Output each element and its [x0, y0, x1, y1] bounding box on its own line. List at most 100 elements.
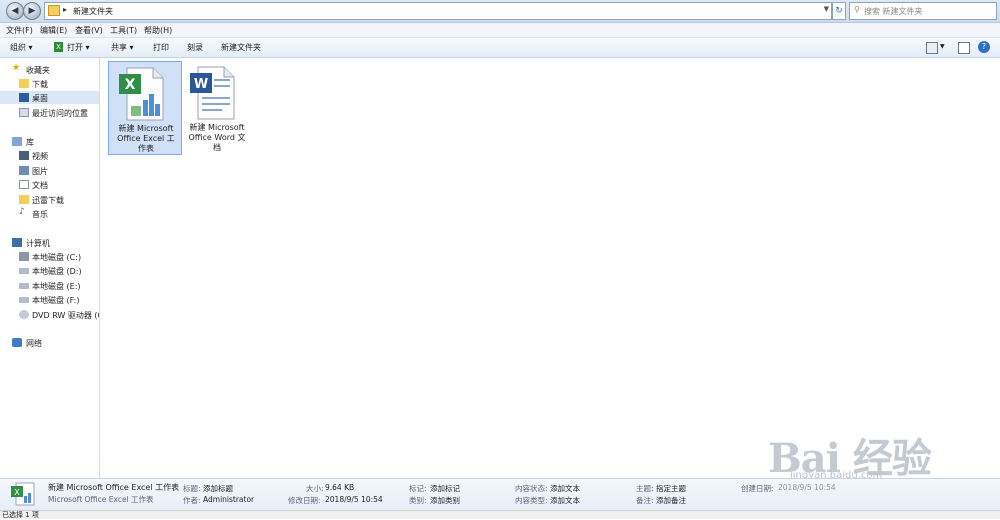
nav-dvd-label: DVD RW 驱动器 (G: [32, 311, 100, 320]
details-tags-value[interactable]: 添加标记: [430, 483, 460, 494]
details-pane: X 新建 Microsoft Office Excel 工作表 Microsof…: [0, 478, 1000, 511]
menu-help[interactable]: 帮助(H): [144, 25, 172, 36]
nav-thunder[interactable]: 迅雷下载: [0, 193, 99, 206]
details-content-type-value[interactable]: 添加文本: [550, 495, 580, 506]
back-arrow-icon: ◀: [11, 6, 19, 16]
address-dropdown-icon[interactable]: ▼: [824, 5, 829, 13]
dvd-icon: [19, 310, 29, 319]
menu-tools[interactable]: 工具(T): [110, 25, 137, 36]
file-item-word[interactable]: W 新建 Microsoft Office Word 文 档: [180, 61, 254, 155]
desktop-icon: [19, 93, 29, 102]
details-subject-value[interactable]: 指定主题: [656, 483, 686, 494]
details-size-value: 9.64 KB: [325, 483, 355, 492]
burn-button[interactable]: 刻录: [187, 42, 203, 53]
back-button[interactable]: ◀: [6, 2, 24, 20]
nav-documents[interactable]: 文档: [0, 178, 99, 191]
music-icon: ♪: [19, 207, 25, 217]
organize-button[interactable]: 组织 ▾: [10, 42, 33, 53]
preview-pane-icon[interactable]: [958, 42, 970, 54]
menu-file[interactable]: 文件(F): [6, 25, 33, 36]
file-name-excel: 新建 Microsoft Office Excel 工 作表: [117, 124, 175, 153]
nav-drive-f-label: 本地磁盘 (F:): [32, 296, 80, 305]
nav-music-label: 音乐: [32, 210, 48, 219]
folder-icon: [48, 5, 60, 16]
command-bar: 组织 ▾ X 打开 ▾ 共享 ▾ 打印 刻录 新建文件夹 ▼ ?: [0, 38, 1000, 58]
details-modified-key: 修改日期:: [288, 496, 321, 505]
pictures-icon: [19, 166, 29, 175]
nav-network-label: 网络: [26, 339, 42, 348]
details-content-type-key: 内容类型:: [515, 496, 548, 505]
menu-view[interactable]: 查看(V): [75, 25, 103, 36]
nav-drive-d-label: 本地磁盘 (D:): [32, 267, 82, 276]
nav-computer-label: 计算机: [26, 239, 50, 248]
search-icon: ⚲: [854, 5, 860, 14]
view-dropdown-icon[interactable]: ▼: [940, 43, 945, 50]
nav-desktop[interactable]: 桌面: [0, 91, 99, 104]
nav-downloads-label: 下载: [32, 80, 48, 89]
forward-button[interactable]: ▶: [23, 2, 41, 20]
navigation-pane: ★ 收藏夹 下载 桌面 最近访问的位置 库 视频 图片 文档 迅雷下载 ♪ 音乐…: [0, 58, 100, 478]
details-comments-value[interactable]: 添加备注: [656, 495, 686, 506]
svg-text:X: X: [125, 77, 136, 93]
forward-arrow-icon: ▶: [28, 6, 36, 16]
nav-videos[interactable]: 视频: [0, 149, 99, 162]
details-category-value[interactable]: 添加类别: [430, 495, 460, 506]
nav-pictures-label: 图片: [32, 167, 48, 176]
nav-desktop-label: 桌面: [32, 94, 48, 103]
nav-libraries[interactable]: 库: [0, 135, 99, 148]
excel-icon: X: [119, 67, 164, 121]
nav-drive-c[interactable]: 本地磁盘 (C:): [0, 250, 99, 263]
share-button[interactable]: 共享 ▾: [111, 42, 134, 53]
file-item-excel[interactable]: X 新建 Microsoft Office Excel 工 作表: [108, 61, 182, 155]
nav-computer[interactable]: 计算机: [0, 236, 99, 249]
details-category-key: 类别:: [409, 496, 427, 505]
details-author-value[interactable]: Administrator: [203, 495, 254, 504]
nav-drive-e[interactable]: 本地磁盘 (E:): [0, 279, 99, 292]
nav-favorites-label: 收藏夹: [26, 66, 50, 75]
status-text: 已选择 1 项: [2, 511, 39, 519]
recent-places-icon: [19, 108, 29, 117]
breadcrumb-current[interactable]: 新建文件夹: [73, 6, 113, 17]
downloads-folder-icon: [19, 79, 29, 88]
excel-file-icon: X: [11, 482, 35, 506]
details-created-key: 创建日期:: [741, 484, 774, 493]
nav-network[interactable]: 网络: [0, 336, 99, 349]
nav-videos-label: 视频: [32, 152, 48, 161]
address-bar-row: ◀ ▶ ▸ 新建文件夹 ▼ ↻ ⚲ 搜索 新建文件夹: [0, 0, 1000, 23]
nav-drive-d[interactable]: 本地磁盘 (D:): [0, 264, 99, 277]
details-author-key: 作者:: [183, 496, 201, 505]
new-folder-button[interactable]: 新建文件夹: [221, 42, 261, 53]
address-bar[interactable]: ▸ 新建文件夹 ▼: [44, 2, 832, 20]
nav-pictures[interactable]: 图片: [0, 164, 99, 177]
drive-icon: [19, 268, 29, 274]
drive-icon: [19, 283, 29, 289]
network-icon: [12, 338, 22, 347]
help-icon[interactable]: ?: [978, 41, 990, 53]
details-title-value[interactable]: 添加标题: [203, 483, 233, 494]
nav-drive-c-label: 本地磁盘 (C:): [32, 253, 82, 262]
menu-edit[interactable]: 编辑(E): [40, 25, 67, 36]
nav-recent-label: 最近访问的位置: [32, 109, 88, 118]
nav-downloads[interactable]: 下载: [0, 77, 99, 90]
star-icon: ★: [12, 63, 21, 73]
print-button[interactable]: 打印: [153, 42, 169, 53]
file-name-word: 新建 Microsoft Office Word 文 档: [188, 123, 246, 152]
breadcrumb-arrow-icon: ▸: [63, 5, 68, 14]
nav-drive-f[interactable]: 本地磁盘 (F:): [0, 293, 99, 306]
computer-icon: [12, 238, 22, 247]
details-subject-key: 主题:: [636, 484, 654, 493]
nav-dvd[interactable]: DVD RW 驱动器 (G: [0, 308, 99, 321]
details-content-status-value[interactable]: 添加文本: [550, 483, 580, 494]
details-comments-key: 备注:: [636, 496, 654, 505]
drive-icon: [19, 252, 29, 261]
nav-recent[interactable]: 最近访问的位置: [0, 106, 99, 119]
nav-music[interactable]: ♪ 音乐: [0, 207, 99, 220]
details-size-key: 大小:: [306, 484, 324, 493]
nav-favorites[interactable]: ★ 收藏夹: [0, 63, 99, 76]
open-button[interactable]: 打开 ▾: [67, 42, 90, 53]
details-created-value: 2018/9/5 10:54: [778, 483, 836, 492]
documents-icon: [19, 180, 29, 189]
search-input[interactable]: ⚲ 搜索 新建文件夹: [849, 2, 997, 20]
change-view-icon[interactable]: [926, 42, 938, 54]
refresh-button[interactable]: ↻: [832, 2, 846, 20]
